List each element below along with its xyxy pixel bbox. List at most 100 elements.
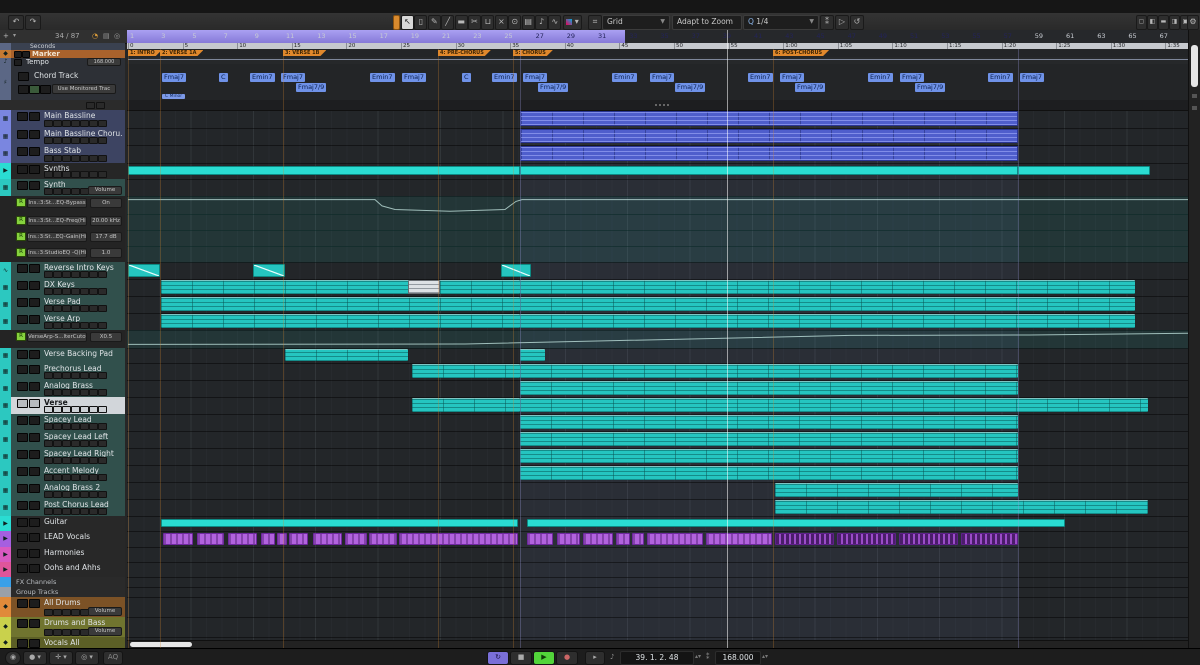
track-control-button[interactable] <box>98 406 107 413</box>
mute-button[interactable] <box>17 501 28 510</box>
midi-event[interactable] <box>161 314 520 328</box>
audio-event[interactable] <box>261 533 275 545</box>
erase-tool-icon[interactable]: ▬ <box>455 15 468 30</box>
track-row-dx-keys[interactable]: ▦DX Keys <box>0 279 125 297</box>
chord-event[interactable]: Fmaj7/9 <box>675 83 705 92</box>
track-control-button[interactable] <box>98 389 107 396</box>
audio-event[interactable] <box>228 533 257 545</box>
track-control-button[interactable] <box>80 474 89 481</box>
track-control-button[interactable] <box>62 271 71 278</box>
midi-event[interactable] <box>520 314 1135 328</box>
solo-button[interactable] <box>29 165 40 174</box>
track-lane-verse[interactable] <box>127 397 1188 415</box>
track-control-button[interactable] <box>71 322 80 329</box>
play-button[interactable]: ▶ <box>533 651 555 665</box>
midi-event[interactable] <box>520 432 1018 446</box>
track-control-button[interactable] <box>71 389 80 396</box>
zoom-mode-select[interactable]: Adapt to Zoom▼ <box>672 15 742 30</box>
track-control-button[interactable] <box>89 389 98 396</box>
quantize-select[interactable]: Q 1/4▼ <box>743 15 819 30</box>
track-control-button[interactable] <box>62 440 71 447</box>
midi-event[interactable] <box>412 364 520 378</box>
mute-button[interactable] <box>17 467 28 476</box>
track-control-button[interactable] <box>44 457 53 464</box>
track-row-guitar[interactable]: ▶Guitar <box>0 516 125 532</box>
mute-button[interactable] <box>17 147 28 156</box>
midi-event[interactable] <box>520 466 1018 480</box>
track-control-button[interactable] <box>53 305 62 312</box>
track-control-button[interactable] <box>89 155 98 162</box>
mute-button[interactable] <box>17 433 28 442</box>
track-lane-verse-arp[interactable] <box>127 313 1188 331</box>
mute-button[interactable] <box>17 315 28 324</box>
solo-button[interactable] <box>29 433 40 442</box>
track-control-button[interactable] <box>62 305 71 312</box>
window-zone-icon-3[interactable]: ◨ <box>1169 15 1180 30</box>
marker-flag[interactable]: 2: VERSE 1A <box>160 50 203 56</box>
mute-button[interactable] <box>17 350 28 359</box>
divider-button[interactable] <box>96 102 105 109</box>
track-control-button[interactable] <box>71 137 80 144</box>
track-control-button[interactable] <box>53 629 62 636</box>
mute-button[interactable] <box>17 484 28 493</box>
audio-event[interactable] <box>369 533 397 545</box>
solo-button[interactable] <box>29 112 40 121</box>
track-row-spacey-lead-left[interactable]: ▦Spacey Lead Left <box>0 431 125 449</box>
automation-curve[interactable] <box>127 330 1188 348</box>
comp-tool-icon[interactable]: ▤ <box>522 15 535 30</box>
track-control-button[interactable] <box>98 137 107 144</box>
track-folder-icon[interactable]: ▾ <box>13 32 16 39</box>
volume-fader-label[interactable]: Volume <box>88 186 122 195</box>
close-window-icon[interactable] <box>10 4 17 11</box>
track-control-button[interactable] <box>44 440 53 447</box>
chord-event[interactable]: Fmaj7/9 <box>296 83 326 92</box>
track-control-button[interactable] <box>71 120 80 127</box>
track-control-button[interactable] <box>71 406 80 413</box>
track-control-button[interactable] <box>44 609 53 616</box>
track-control-button[interactable] <box>71 491 80 498</box>
track-control-button[interactable] <box>44 423 53 430</box>
automation-read-button[interactable]: R <box>16 332 26 341</box>
mute-button[interactable] <box>17 416 28 425</box>
chord-event[interactable]: Fmaj7/9 <box>795 83 825 92</box>
mute-button[interactable] <box>17 264 28 273</box>
marker-flag[interactable]: 5: CHORUS <box>513 50 553 56</box>
track-control-button[interactable] <box>71 305 80 312</box>
track-row-post-chorus-lead[interactable]: ▦Post Chorus Lead <box>0 499 125 517</box>
track-row-spacey-lead[interactable]: ▦Spacey Lead <box>0 414 125 432</box>
midi-event[interactable] <box>520 449 1018 463</box>
solo-button[interactable] <box>29 518 40 527</box>
audio-event[interactable] <box>583 533 613 545</box>
track-control-button[interactable] <box>53 137 62 144</box>
track-row-synths[interactable]: ▶Synths <box>0 163 125 180</box>
track-control-button[interactable] <box>98 155 107 162</box>
track-control-button[interactable] <box>89 474 98 481</box>
track-control-button[interactable] <box>89 372 98 379</box>
chord-mini-button[interactable] <box>29 85 40 94</box>
zoom-tool-icon[interactable]: ⊙ <box>508 15 521 30</box>
track-control-button[interactable] <box>44 120 53 127</box>
mute-button[interactable] <box>17 639 28 648</box>
track-control-button[interactable] <box>71 155 80 162</box>
marker-mini-button[interactable] <box>22 51 30 58</box>
chord-event[interactable]: Emin7 <box>748 73 773 82</box>
solo-button[interactable] <box>29 467 40 476</box>
automation-lane-row[interactable]: RIns.:3:St...EQ-Gain(Hi17.7 dB <box>0 230 125 247</box>
automation-lane-row[interactable]: RIns.:3:St...EQ-BypassOn <box>0 196 125 215</box>
track-lane-verse-backing-pad[interactable] <box>127 348 1188 364</box>
track-row-vocals-all[interactable]: ◆Vocals All <box>0 637 125 648</box>
track-control-button[interactable] <box>53 508 62 515</box>
track-row-prechorus-lead[interactable]: ▦Prechorus Lead <box>0 363 125 381</box>
track-lane-synths[interactable] <box>127 163 1188 180</box>
track-row-main-bassline-choru-op[interactable]: ▦Main Bassline Choru...op <box>0 128 125 146</box>
solo-button[interactable] <box>29 365 40 374</box>
track-control-button[interactable] <box>80 155 89 162</box>
track-lane-lead-vocals[interactable] <box>127 531 1188 548</box>
track-control-button[interactable] <box>62 423 71 430</box>
track-control-button[interactable] <box>62 188 71 195</box>
midi-event[interactable] <box>520 146 1018 161</box>
midi-event[interactable] <box>520 381 1018 395</box>
audio-event[interactable] <box>313 533 342 545</box>
solo-button[interactable] <box>29 147 40 156</box>
audio-event[interactable] <box>899 533 958 545</box>
